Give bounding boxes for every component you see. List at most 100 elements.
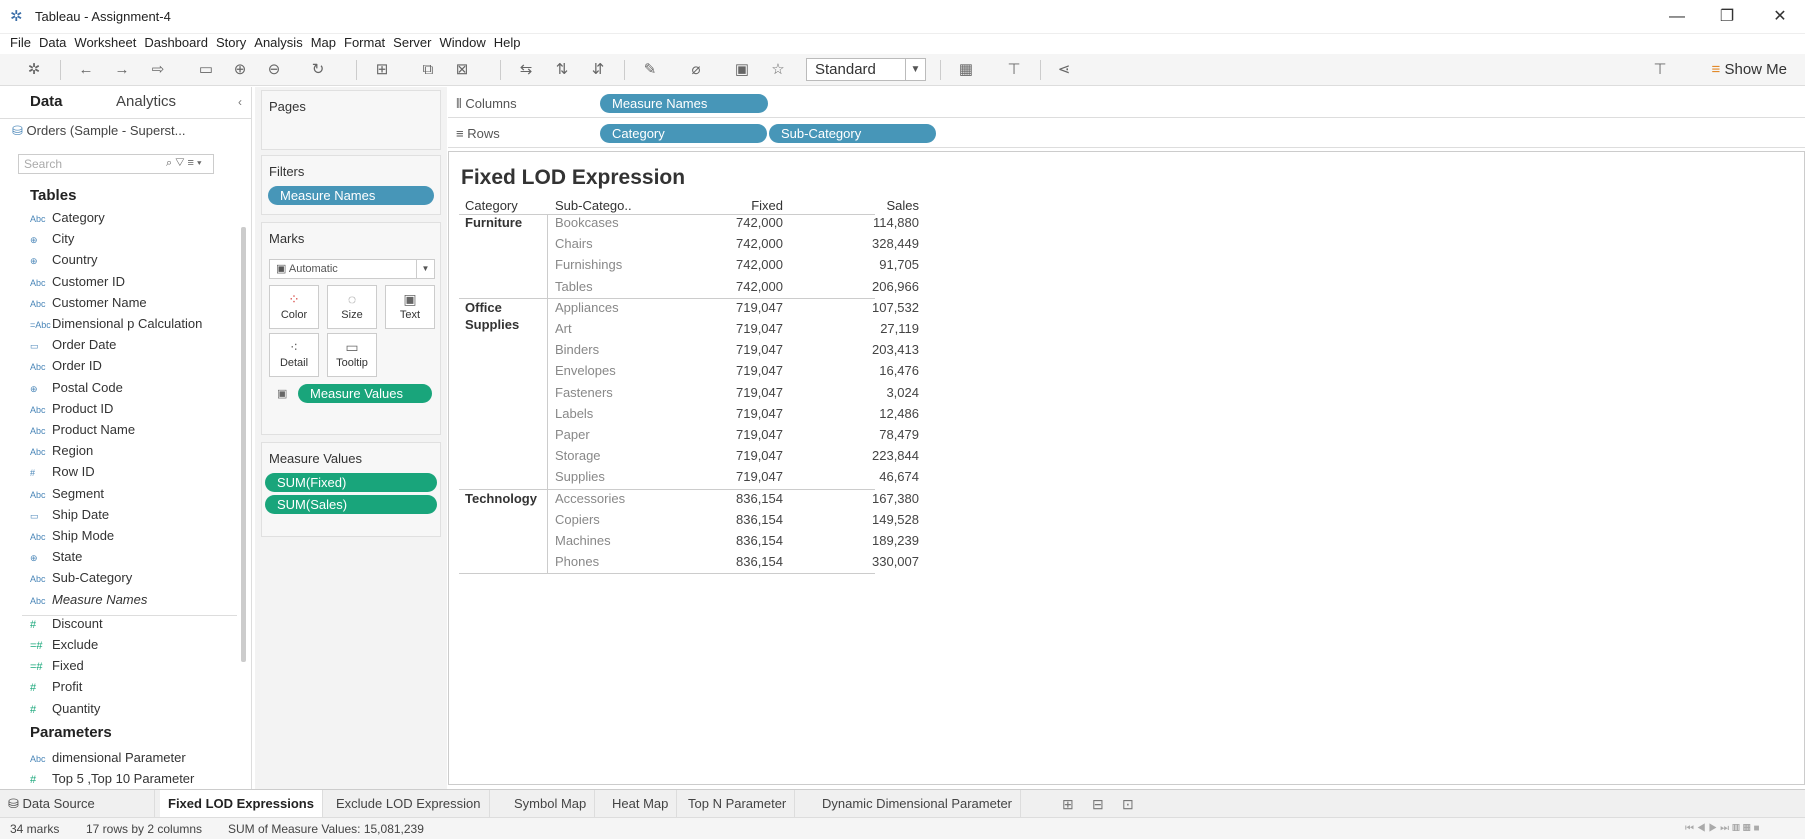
sort-descending-icon[interactable]: ⇵ bbox=[588, 59, 608, 81]
sheet-tab[interactable]: Dynamic Dimensional Parameter bbox=[814, 790, 1022, 818]
group-members-icon[interactable]: ⌀ bbox=[686, 59, 706, 81]
field-top-5-top-10-parameter[interactable]: # Top 5 ,Top 10 Parameter bbox=[30, 771, 194, 786]
menu-file[interactable]: File bbox=[0, 34, 35, 52]
close-icon[interactable]: ✕ bbox=[1760, 5, 1800, 29]
sheet-tab[interactable]: Exclude LOD Expression bbox=[328, 790, 490, 818]
size-button[interactable]: ◌ Size bbox=[327, 285, 377, 329]
sales-value-cell[interactable]: 3,024 bbox=[886, 382, 919, 403]
duplicate-sheet-icon[interactable]: ⧉ bbox=[418, 59, 438, 81]
text-pill-measure-values[interactable]: Measure Values bbox=[298, 384, 432, 403]
undo-icon[interactable]: ← bbox=[76, 59, 96, 81]
save-icon[interactable]: ▭ bbox=[196, 59, 216, 81]
rows-shelf[interactable]: ≡ Rows Category Sub-Category bbox=[448, 120, 1805, 148]
fixed-value-cell[interactable]: 836,154 bbox=[736, 551, 783, 572]
field-country[interactable]: ⊕ Country bbox=[30, 252, 98, 267]
fixed-value-cell[interactable]: 719,047 bbox=[736, 466, 783, 487]
field-row-id[interactable]: # Row ID bbox=[30, 464, 95, 479]
sheet-tab[interactable]: Heat Map bbox=[604, 790, 678, 818]
sheet-tab[interactable]: Symbol Map bbox=[506, 790, 596, 818]
sales-value-cell[interactable]: 46,674 bbox=[879, 466, 919, 487]
sales-value-cell[interactable]: 206,966 bbox=[872, 276, 919, 297]
tableau-home-icon[interactable]: ✲ bbox=[24, 59, 44, 81]
menu-map[interactable]: Map bbox=[307, 34, 340, 52]
field-measure-names[interactable]: Abc Measure Names bbox=[30, 592, 147, 607]
field-dimensional-p-calculation[interactable]: =AbcDimensional p Calculation bbox=[30, 316, 202, 331]
sales-value-cell[interactable]: 330,007 bbox=[872, 551, 919, 572]
pages-card[interactable]: Pages bbox=[261, 90, 441, 150]
field-exclude[interactable]: =# Exclude bbox=[30, 637, 98, 652]
field-region[interactable]: Abc Region bbox=[30, 443, 93, 458]
field-sub-category[interactable]: Abc Sub-Category bbox=[30, 570, 132, 585]
pause-updates-icon[interactable]: ⊖ bbox=[264, 59, 284, 81]
field-postal-code[interactable]: ⊕ Postal Code bbox=[30, 380, 123, 395]
sales-value-cell[interactable]: 78,479 bbox=[879, 424, 919, 445]
refresh-icon[interactable]: ↻ bbox=[308, 59, 328, 81]
detail-button[interactable]: ⁖ Detail bbox=[269, 333, 319, 377]
fixed-value-cell[interactable]: 719,047 bbox=[736, 445, 783, 466]
sheet-tab[interactable]: Top N Parameter bbox=[680, 790, 796, 818]
tooltip-button[interactable]: ▭ Tooltip bbox=[327, 333, 377, 377]
color-button[interactable]: ⁘ Color bbox=[269, 285, 319, 329]
fixed-value-cell[interactable]: 719,047 bbox=[736, 403, 783, 424]
menu-format[interactable]: Format bbox=[340, 34, 389, 52]
field-discount[interactable]: # Discount bbox=[30, 616, 103, 631]
menu-window[interactable]: Window bbox=[435, 34, 489, 52]
field-dimensional-parameter[interactable]: Abc dimensional Parameter bbox=[30, 750, 186, 765]
fixed-value-cell[interactable]: 836,154 bbox=[736, 509, 783, 530]
scrollbar[interactable] bbox=[241, 227, 246, 662]
field-product-id[interactable]: Abc Product ID bbox=[30, 401, 113, 416]
show-me-button[interactable]: ≡ Show Me bbox=[1712, 59, 1787, 81]
new-dashboard-icon[interactable]: ⊟ bbox=[1092, 790, 1104, 818]
sales-value-cell[interactable]: 16,476 bbox=[879, 360, 919, 381]
restore-icon[interactable]: ❐ bbox=[1707, 5, 1747, 29]
menu-data[interactable]: Data bbox=[35, 34, 70, 52]
menu-worksheet[interactable]: Worksheet bbox=[70, 34, 140, 52]
sales-value-cell[interactable]: 203,413 bbox=[872, 339, 919, 360]
filters-card[interactable]: Filters Measure Names bbox=[261, 155, 441, 215]
datasource-item[interactable]: ⛁ Orders (Sample - Superst... bbox=[12, 123, 185, 139]
fixed-value-cell[interactable]: 719,047 bbox=[736, 297, 783, 318]
menu-server[interactable]: Server bbox=[389, 34, 435, 52]
fixed-value-cell[interactable]: 836,154 bbox=[736, 530, 783, 551]
tab-data-source[interactable]: ⛁ Data Source bbox=[0, 790, 155, 818]
fixed-value-cell[interactable]: 742,000 bbox=[736, 212, 783, 233]
sales-value-cell[interactable]: 167,380 bbox=[872, 488, 919, 509]
field-segment[interactable]: Abc Segment bbox=[30, 486, 104, 501]
sales-value-cell[interactable]: 27,119 bbox=[880, 318, 919, 339]
fixed-value-cell[interactable]: 742,000 bbox=[736, 276, 783, 297]
field-ship-mode[interactable]: Abc Ship Mode bbox=[30, 528, 114, 543]
worksheet-view[interactable]: Fixed LOD Expression Category Sub-Catego.… bbox=[448, 151, 1805, 785]
row-pill-category[interactable]: Category bbox=[600, 124, 767, 143]
tab-data[interactable]: Data bbox=[30, 93, 63, 110]
fixed-value-cell[interactable]: 719,047 bbox=[736, 424, 783, 445]
redo-icon[interactable]: → bbox=[112, 59, 132, 81]
field-customer-id[interactable]: Abc Customer ID bbox=[30, 274, 125, 289]
columns-shelf[interactable]: ⦀ Columns Measure Names bbox=[448, 90, 1805, 118]
sales-value-cell[interactable]: 149,528 bbox=[872, 509, 919, 530]
sales-value-cell[interactable]: 107,532 bbox=[872, 297, 919, 318]
tooltip-icon[interactable]: ⊤ bbox=[1650, 59, 1670, 81]
field-state[interactable]: ⊕ State bbox=[30, 549, 82, 564]
show-mark-labels-icon[interactable]: ▣ bbox=[732, 59, 752, 81]
fix-axes-icon[interactable]: ☆ bbox=[768, 59, 788, 81]
view-size-select[interactable]: Standard ▼ bbox=[806, 58, 926, 81]
measure-pill-sum-sales[interactable]: SUM(Sales) bbox=[265, 495, 437, 514]
field-ship-date[interactable]: ▭ Ship Date bbox=[30, 507, 109, 522]
field-profit[interactable]: # Profit bbox=[30, 679, 82, 694]
clear-sheet-icon[interactable]: ⊠ bbox=[452, 59, 472, 81]
highlight-icon[interactable]: ✎ bbox=[640, 59, 660, 81]
sales-value-cell[interactable]: 328,449 bbox=[872, 233, 919, 254]
text-button[interactable]: ▣ Text bbox=[385, 285, 435, 329]
presentation-mode-icon[interactable]: ⊤ bbox=[1004, 59, 1024, 81]
field-product-name[interactable]: Abc Product Name bbox=[30, 422, 135, 437]
sales-value-cell[interactable]: 12,486 bbox=[879, 403, 919, 424]
fixed-value-cell[interactable]: 719,047 bbox=[736, 339, 783, 360]
sales-value-cell[interactable]: 91,705 bbox=[879, 254, 919, 275]
new-datasource-icon[interactable]: ⊕ bbox=[230, 59, 250, 81]
row-pill-sub-category[interactable]: Sub-Category bbox=[769, 124, 936, 143]
sales-value-cell[interactable]: 223,844 bbox=[872, 445, 919, 466]
new-story-icon[interactable]: ⊡ bbox=[1122, 790, 1134, 818]
swap-rows-columns-icon[interactable]: ⇆ bbox=[516, 59, 536, 81]
fixed-value-cell[interactable]: 719,047 bbox=[736, 318, 783, 339]
menu-help[interactable]: Help bbox=[490, 34, 525, 52]
